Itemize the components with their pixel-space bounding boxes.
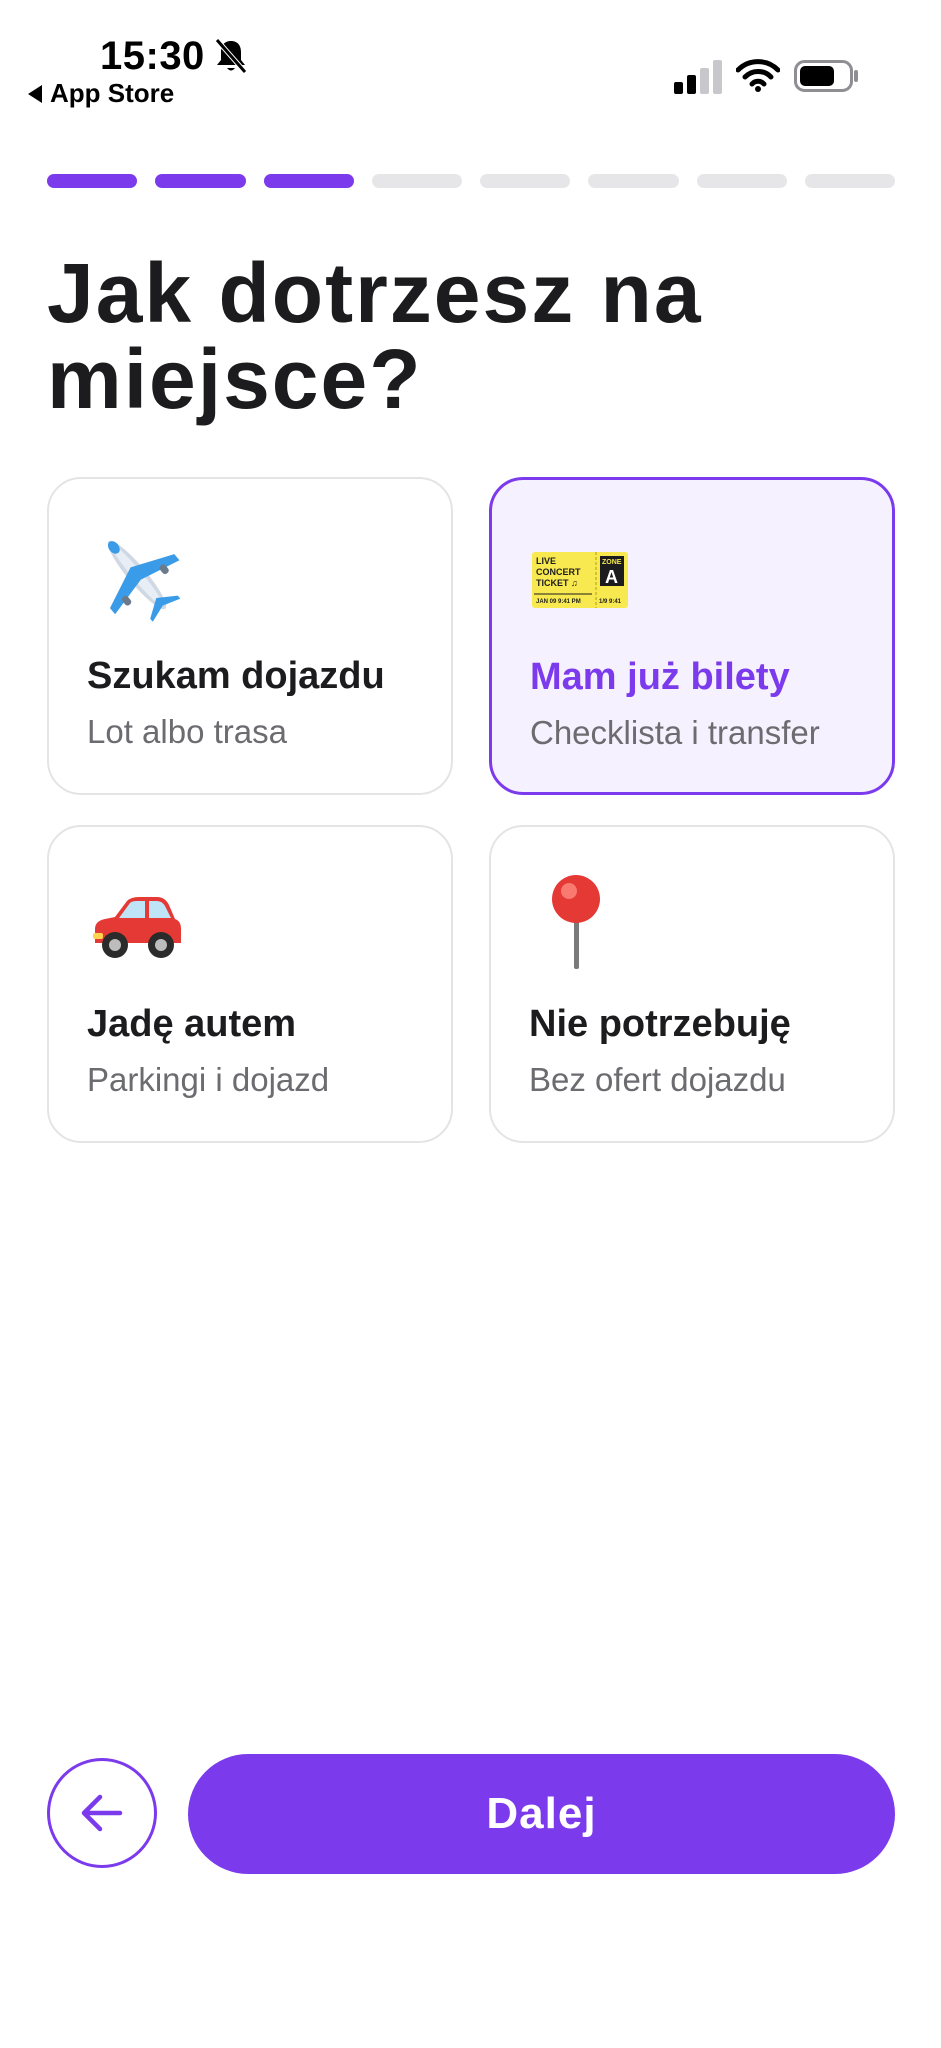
progress-step — [155, 174, 246, 188]
ticket-live-text: LIVE — [536, 556, 556, 566]
airplane-icon — [107, 540, 181, 622]
ticket-date-right: 1/9 9:41 — [599, 599, 622, 605]
progress-step — [588, 174, 679, 188]
progress-step — [371, 174, 462, 188]
option-sublabel: Lot albo trasa — [87, 713, 287, 750]
back-triangle-icon — [28, 84, 42, 103]
option-sublabel: Bez ofert dojazdu — [529, 1061, 786, 1098]
back-to-app-label: App Store — [50, 78, 175, 108]
ticket-zone-letter: A — [605, 567, 618, 587]
onboarding-progress — [47, 174, 895, 188]
progress-step — [47, 174, 138, 188]
option-label: Szukam dojazdu — [87, 655, 385, 697]
ticket-date-left: JAN 09 9:41 PM — [536, 599, 581, 605]
ticket-ticket-text: TICKET ♫ — [536, 578, 578, 588]
next-button[interactable]: Dalej — [188, 1754, 895, 1874]
progress-step — [696, 174, 787, 188]
back-button[interactable] — [47, 1758, 157, 1868]
back-to-app-store[interactable]: App Store — [28, 78, 174, 109]
option-label: Mam już bilety — [530, 656, 790, 698]
option-sublabel: Checklista i transfer — [530, 714, 820, 751]
ticket-concert-text: CONCERT — [536, 567, 581, 577]
arrow-left-icon — [81, 1794, 123, 1832]
status-bar: 15:30 App Store — [0, 0, 941, 120]
option-driving[interactable]: Jadę autem Parkingi i dojazd — [47, 825, 453, 1143]
bell-off-icon — [215, 38, 247, 74]
option-label: Jadę autem — [87, 1003, 297, 1045]
option-label: Nie potrzebuję — [529, 1003, 791, 1045]
progress-step — [480, 174, 571, 188]
pin-icon — [552, 875, 600, 969]
battery-icon — [794, 60, 858, 92]
page-title: Jak dotrzesz na miejsce? — [47, 246, 703, 426]
progress-step — [263, 174, 354, 188]
ticket-zone-text: ZONE — [602, 559, 622, 566]
signal-icon — [674, 60, 722, 94]
option-search-transport[interactable]: Szukam dojazdu Lot albo trasa — [47, 477, 453, 795]
progress-step — [804, 174, 895, 188]
option-sublabel: Parkingi i dojazd — [87, 1061, 330, 1098]
travel-options: Szukam dojazdu Lot albo trasa LIVE CONCE… — [47, 477, 895, 1143]
car-icon — [93, 897, 181, 958]
status-time: 15:30 — [100, 34, 205, 78]
ticket-icon: LIVE CONCERT TICKET ♫ ZONE A JAN 09 9:41… — [532, 552, 628, 608]
option-not-needed[interactable]: Nie potrzebuję Bez ofert dojazdu — [489, 825, 895, 1143]
option-have-tickets[interactable]: LIVE CONCERT TICKET ♫ ZONE A JAN 09 9:41… — [489, 477, 895, 795]
wifi-icon — [736, 59, 780, 92]
